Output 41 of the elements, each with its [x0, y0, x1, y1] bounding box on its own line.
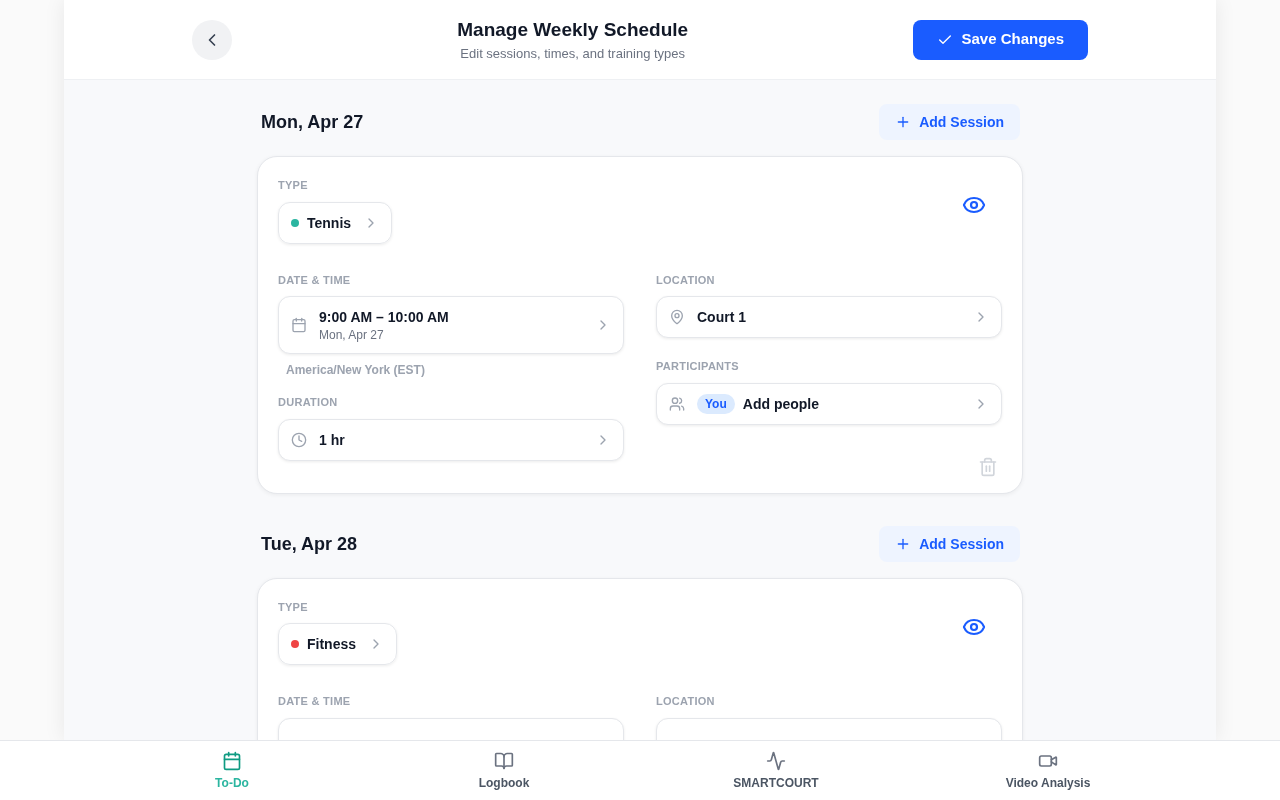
- delete-button[interactable]: [978, 456, 998, 477]
- duration-value: 1 hr: [319, 430, 345, 450]
- field-label: TYPE: [278, 178, 308, 193]
- book-icon: [494, 750, 514, 771]
- timezone: America/New York (EST): [286, 362, 425, 378]
- field-label: DATE & TIME: [278, 694, 351, 709]
- pulse-icon: [766, 750, 786, 771]
- save-button[interactable]: Save Changes: [913, 19, 1088, 60]
- calendar-icon: [291, 317, 307, 333]
- page-title: Manage Weekly Schedule: [457, 17, 689, 42]
- day-heading: Mon, Apr 27: [261, 111, 364, 134]
- back-button[interactable]: [192, 19, 232, 60]
- field-label: LOCATION: [656, 272, 715, 288]
- field-label: LOCATION: [656, 694, 715, 709]
- day-heading: Tue, Apr 28: [261, 532, 358, 556]
- trash-icon: [978, 456, 998, 477]
- add-session-button[interactable]: Add Session: [879, 104, 1020, 140]
- nav-tab[interactable]: Logbook: [368, 741, 640, 800]
- calendar-icon: [222, 750, 242, 771]
- clock-icon: [291, 431, 307, 448]
- you-badge: You: [697, 393, 735, 414]
- type-selector[interactable]: Tennis: [278, 201, 393, 244]
- field-label: TYPE: [278, 599, 308, 615]
- type-selector[interactable]: Fitness: [278, 623, 397, 665]
- location-pin-icon: [669, 309, 685, 325]
- duration-field[interactable]: 1 hr: [278, 418, 624, 461]
- date-time-field[interactable]: 9:00 AM – 10:00 AM Mon, Apr 27: [278, 296, 624, 354]
- location-field[interactable]: Court 1: [656, 296, 1002, 338]
- participants-field[interactable]: You Add people: [656, 382, 1002, 425]
- nav-tab[interactable]: Video Analysis: [912, 741, 1184, 800]
- time-range: 9:00 AM – 10:00 AM: [319, 308, 449, 327]
- session-date: Mon, Apr 27: [319, 327, 385, 343]
- field-label: DURATION: [278, 395, 338, 410]
- people-icon: [669, 395, 685, 412]
- nav-tab[interactable]: SMARTCOURT: [640, 741, 912, 800]
- page-subtitle: Edit sessions, times, and training types: [460, 45, 686, 63]
- location-value: Court 1: [697, 308, 746, 327]
- add-people-text: Add people: [742, 394, 819, 414]
- field-label: DATE & TIME: [278, 272, 351, 288]
- add-session-button[interactable]: Add Session: [879, 525, 1020, 562]
- field-label: PARTICIPANTS: [656, 359, 739, 374]
